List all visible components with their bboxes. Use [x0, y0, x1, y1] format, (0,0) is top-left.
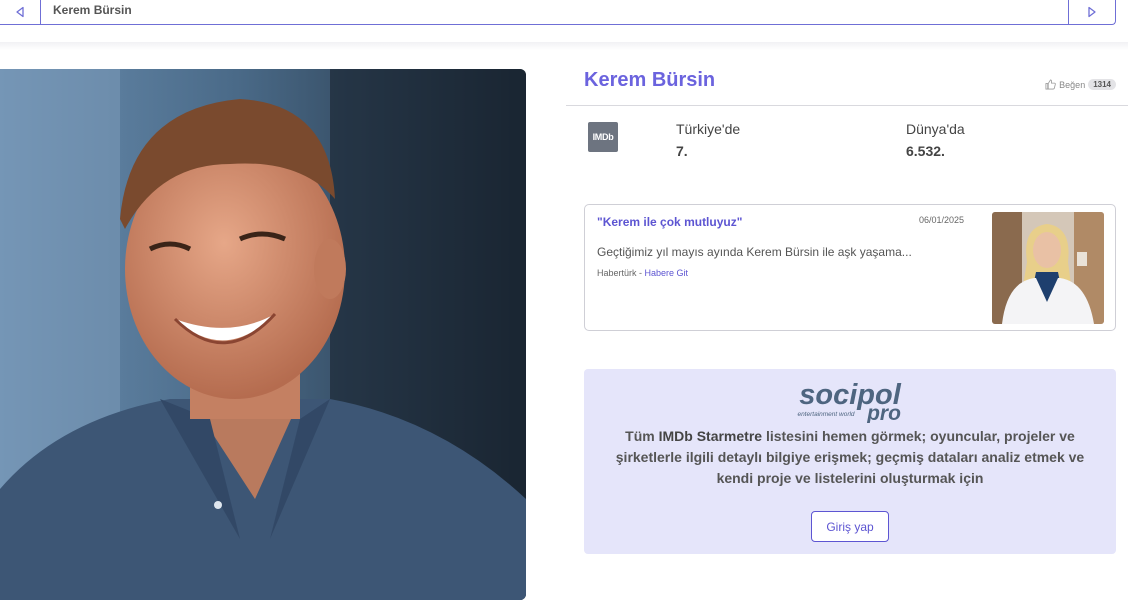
- top-navigation-bar: Kerem Bürsin: [0, 0, 1116, 25]
- promo-text-prefix: Tüm: [625, 428, 659, 444]
- thumbs-up-icon: [1045, 79, 1056, 90]
- promo-text-bold: IMDb Starmetre: [658, 428, 763, 444]
- news-separator: -: [636, 268, 645, 278]
- turkey-rank-value: 7.: [676, 143, 688, 159]
- like-count-badge: 1314: [1088, 79, 1116, 90]
- next-button[interactable]: [1068, 0, 1115, 24]
- promo-description: Tüm IMDb Starmetre listesini hemen görme…: [604, 426, 1096, 489]
- news-source-line: Habertürk - Habere Git: [597, 268, 688, 278]
- svg-text:pro: pro: [866, 402, 901, 423]
- svg-text:entertainment world: entertainment world: [797, 411, 854, 418]
- news-link[interactable]: Habere Git: [645, 268, 689, 278]
- previous-button[interactable]: [0, 0, 41, 24]
- imdb-logo: IMDb: [588, 122, 618, 152]
- news-thumbnail[interactable]: [992, 212, 1104, 324]
- top-bar-title: Kerem Bürsin: [53, 3, 132, 17]
- promo-box: socipol entertainment world pro Tüm IMDb…: [584, 369, 1116, 554]
- chevron-right-icon: [1088, 6, 1096, 18]
- profile-photo: [0, 69, 526, 600]
- like-button[interactable]: Beğen 1314: [1045, 79, 1116, 90]
- news-date: 06/01/2025: [919, 215, 965, 225]
- chevron-left-icon: [16, 6, 24, 18]
- turkey-rank-label: Türkiye'de: [676, 121, 741, 137]
- header-shadow: [0, 42, 1128, 50]
- world-rank-label: Dünya'da: [906, 121, 965, 137]
- world-rank-value: 6.532.: [906, 143, 945, 159]
- news-card[interactable]: "Kerem ile çok mutluyuz" 06/01/2025 Geçt…: [584, 204, 1116, 331]
- like-label: Beğen: [1059, 79, 1086, 90]
- news-title[interactable]: "Kerem ile çok mutluyuz": [597, 215, 742, 229]
- news-source: Habertürk: [597, 268, 637, 278]
- section-divider: [566, 105, 1128, 106]
- news-snippet: Geçtiğimiz yıl mayıs ayında Kerem Bürsin…: [597, 245, 912, 259]
- socipol-pro-logo: socipol entertainment world pro: [584, 377, 1116, 425]
- person-name: Kerem Bürsin: [584, 69, 716, 91]
- login-button[interactable]: Giriş yap: [811, 511, 889, 542]
